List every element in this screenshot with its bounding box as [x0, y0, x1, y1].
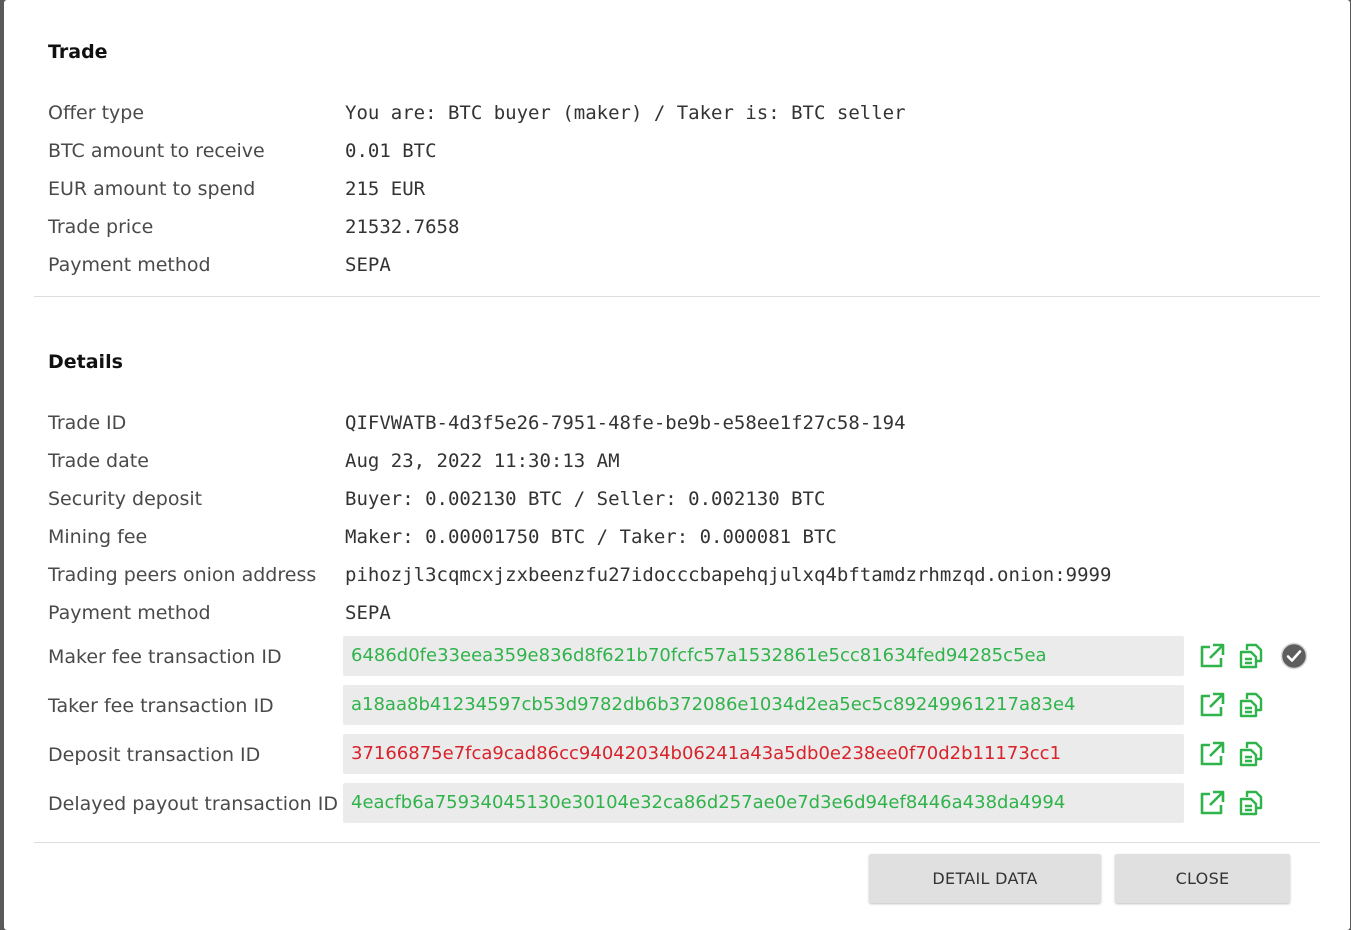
taker-fee-tx-label: Taker fee transaction ID	[48, 695, 274, 717]
security-deposit-label: Security deposit	[48, 488, 203, 510]
offer-type-value: You are: BTC buyer (maker) / Taker is: B…	[345, 102, 906, 124]
copy-icon[interactable]	[1237, 789, 1265, 817]
trade-date-value: Aug 23, 2022 11:30:13 AM	[345, 450, 620, 472]
eur-amount-value: 215 EUR	[345, 178, 426, 200]
trade-payment-method-label: Payment method	[48, 254, 211, 276]
security-deposit-value: Buyer: 0.002130 BTC / Seller: 0.002130 B…	[345, 488, 826, 510]
onion-address-label: Trading peers onion address	[48, 564, 317, 586]
trade-section-title: Trade	[48, 41, 108, 63]
external-link-icon[interactable]	[1198, 691, 1226, 719]
btc-amount-value: 0.01 BTC	[345, 140, 437, 162]
trade-price-value: 21532.7658	[345, 216, 460, 238]
maker-fee-tx-field[interactable]: 6486d0fe33eea359e836d8f621b70fcfc57a1532…	[343, 636, 1184, 676]
trade-date-label: Trade date	[48, 450, 149, 472]
trade-details-dialog: Trade Offer type You are: BTC buyer (mak…	[4, 0, 1350, 930]
detail-data-button[interactable]: DETAIL DATA	[869, 854, 1101, 903]
footer-divider	[34, 842, 1320, 843]
maker-fee-tx-label: Maker fee transaction ID	[48, 646, 282, 668]
external-link-icon[interactable]	[1198, 740, 1226, 768]
delayed-payout-tx-field[interactable]: 4eacfb6a75934045130e30104e32ca86d257ae0e…	[343, 783, 1184, 823]
check-circle-icon	[1280, 642, 1308, 670]
details-payment-method-label: Payment method	[48, 602, 211, 624]
details-payment-method-value: SEPA	[345, 602, 391, 624]
btc-amount-label: BTC amount to receive	[48, 140, 265, 162]
onion-address-value: pihozjl3cqmcxjzxbeenzfu27idocccbapehqjul…	[345, 564, 1112, 586]
eur-amount-label: EUR amount to spend	[48, 178, 256, 200]
external-link-icon[interactable]	[1198, 789, 1226, 817]
trade-id-label: Trade ID	[48, 412, 127, 434]
copy-icon[interactable]	[1237, 740, 1265, 768]
trade-price-label: Trade price	[48, 216, 154, 238]
external-link-icon[interactable]	[1198, 642, 1226, 670]
mining-fee-label: Mining fee	[48, 526, 148, 548]
copy-icon[interactable]	[1237, 642, 1265, 670]
details-section-title: Details	[48, 351, 123, 373]
trade-id-value: QIFVWATB-4d3f5e26-7951-48fe-be9b-e58ee1f…	[345, 412, 906, 434]
deposit-tx-field[interactable]: 37166875e7fca9cad86cc94042034b06241a43a5…	[343, 734, 1184, 774]
close-button[interactable]: CLOSE	[1115, 854, 1290, 903]
trade-payment-method-value: SEPA	[345, 254, 391, 276]
offer-type-label: Offer type	[48, 102, 145, 124]
section-divider	[34, 296, 1320, 297]
copy-icon[interactable]	[1237, 691, 1265, 719]
deposit-tx-label: Deposit transaction ID	[48, 744, 261, 766]
mining-fee-value: Maker: 0.00001750 BTC / Taker: 0.000081 …	[345, 526, 837, 548]
delayed-payout-tx-label: Delayed payout transaction ID	[48, 793, 338, 815]
taker-fee-tx-field[interactable]: a18aa8b41234597cb53d9782db6b372086e1034d…	[343, 685, 1184, 725]
